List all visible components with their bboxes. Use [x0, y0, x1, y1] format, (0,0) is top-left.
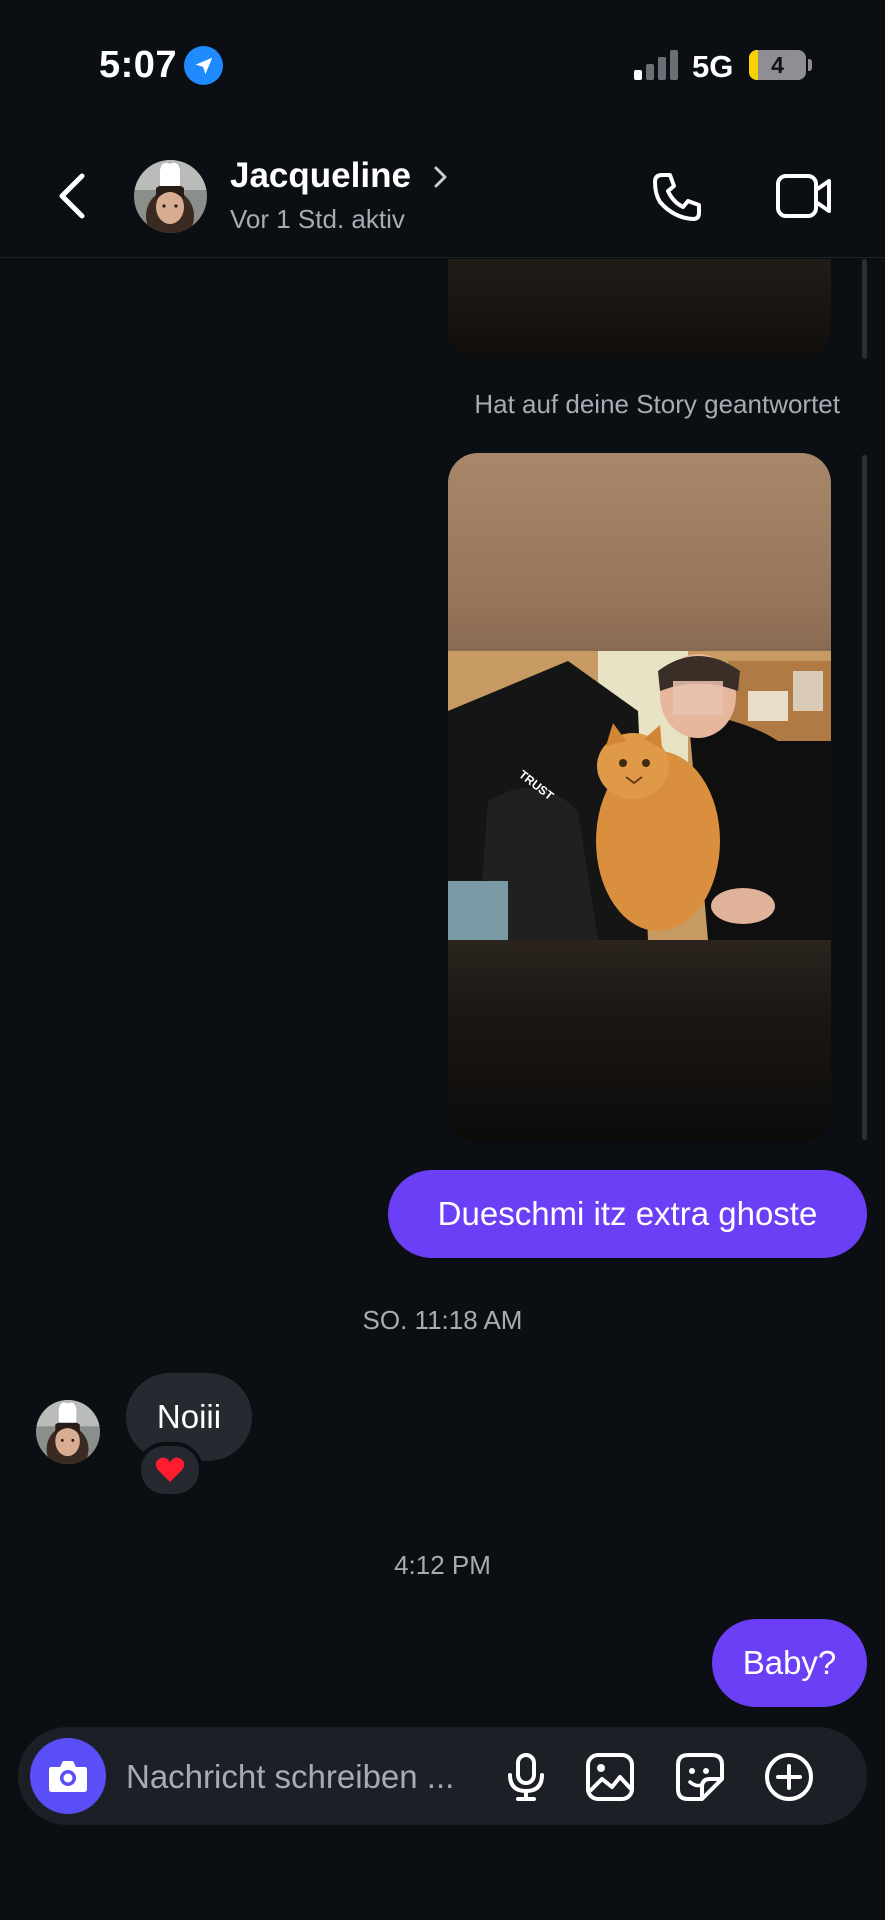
sender-avatar[interactable]: [36, 1400, 100, 1464]
phone-icon: [653, 173, 701, 221]
story-reply-card[interactable]: TRUST: [448, 453, 831, 1142]
contact-name[interactable]: Jacqueline: [230, 156, 411, 196]
scrollbar[interactable]: [862, 259, 867, 359]
sticker-icon: [676, 1753, 724, 1801]
location-arrow-icon: [184, 46, 223, 85]
back-button[interactable]: [48, 168, 98, 224]
activity-status: Vor 1 Std. aktiv: [230, 204, 405, 234]
message-input[interactable]: [126, 1757, 496, 1797]
heart-reaction[interactable]: [137, 1442, 203, 1498]
heart-icon: [155, 1457, 185, 1482]
camera-button[interactable]: [30, 1738, 106, 1814]
gallery-button[interactable]: [584, 1751, 636, 1803]
dm-screen: 5:07 5G 4 Jacqueline Vor 1 Std. aktiv Ha…: [0, 0, 885, 1920]
camera-icon: [49, 1761, 87, 1792]
battery-icon: 4: [749, 50, 806, 80]
plus-icon: [765, 1753, 813, 1801]
microphone-icon: [508, 1753, 544, 1801]
contact-avatar[interactable]: [134, 160, 207, 233]
story-reply-note: Hat auf deine Story geantwortet: [474, 389, 840, 419]
message-timestamp: 4:12 PM: [394, 1550, 491, 1580]
gallery-icon: [586, 1753, 634, 1801]
status-bar: 5:07 5G 4: [0, 0, 885, 130]
previous-story-card[interactable]: [448, 259, 831, 359]
message-outgoing[interactable]: Dueschmi itz extra ghoste: [388, 1170, 867, 1258]
more-options-button[interactable]: [763, 1751, 815, 1803]
battery-percent: 4: [771, 52, 784, 78]
message-composer: [18, 1727, 867, 1825]
scrollbar[interactable]: [862, 455, 867, 1140]
battery-cap: [808, 59, 812, 71]
message-timestamp: SO. 11:18 AM: [362, 1305, 523, 1335]
microphone-button[interactable]: [500, 1751, 552, 1803]
audio-call-button[interactable]: [648, 168, 706, 226]
status-time: 5:07: [99, 44, 178, 86]
story-photo: TRUST: [448, 651, 831, 940]
back-chevron-icon: [59, 173, 85, 219]
cellular-signal-icon: [634, 50, 680, 80]
chevron-right-icon[interactable]: [432, 162, 450, 192]
conversation-header: Jacqueline Vor 1 Std. aktiv: [0, 130, 885, 258]
message-outgoing[interactable]: Baby?: [712, 1619, 867, 1707]
video-call-button[interactable]: [775, 170, 833, 222]
sticker-button[interactable]: [674, 1751, 726, 1803]
video-camera-icon: [776, 174, 831, 218]
network-type: 5G: [692, 49, 734, 84]
